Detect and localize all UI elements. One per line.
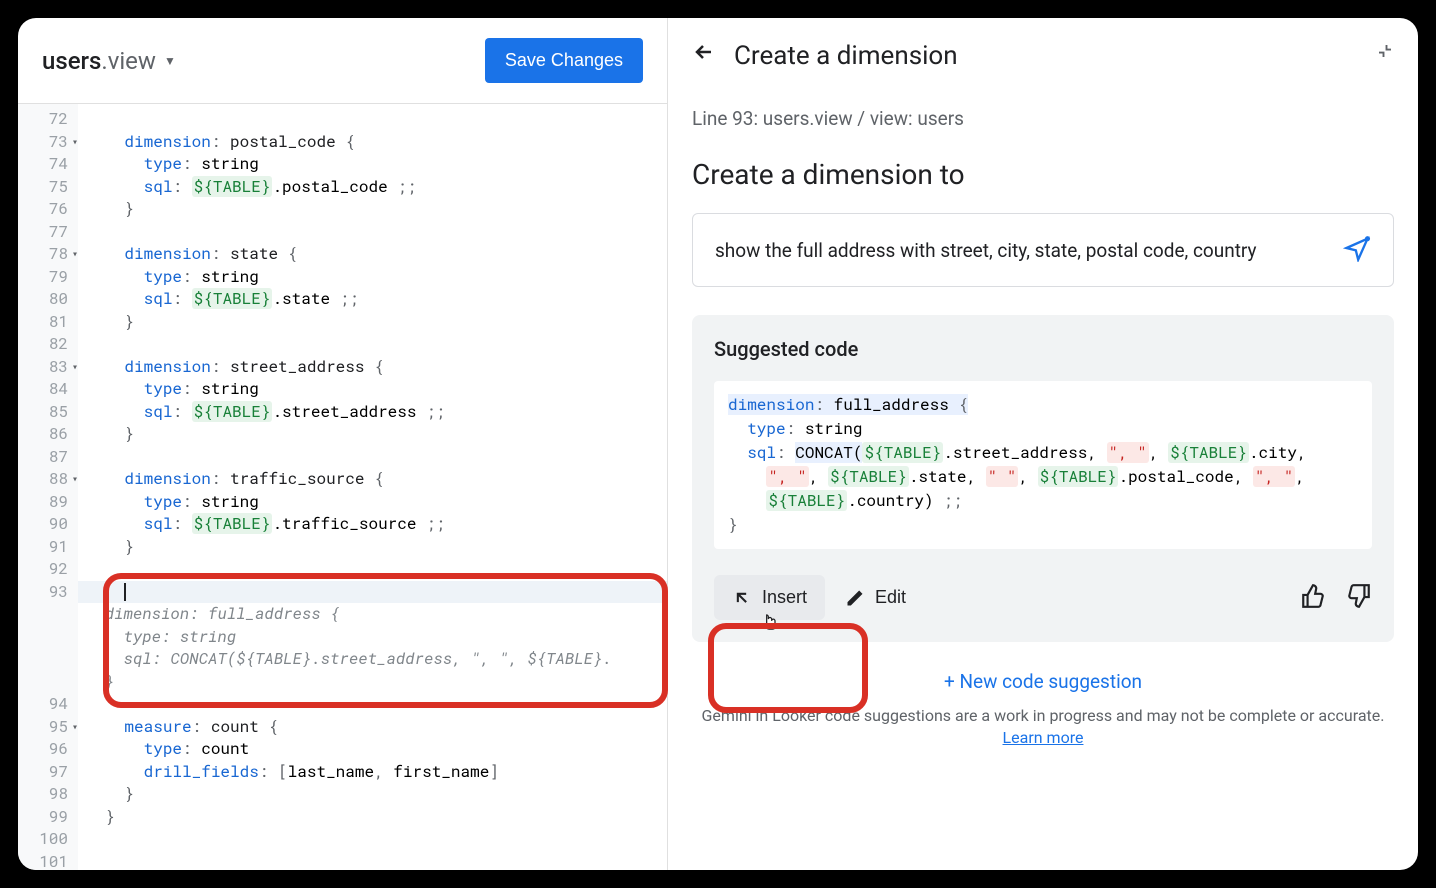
new-suggestion-link[interactable]: + New code suggestion — [692, 670, 1394, 693]
save-changes-button[interactable]: Save Changes — [485, 38, 643, 83]
learn-more-link[interactable]: Learn more — [1003, 728, 1084, 747]
breadcrumb: Line 93: users.view / view: users — [692, 107, 1394, 130]
panel-title: Create a dimension — [734, 41, 958, 71]
thumbs-up-icon[interactable] — [1300, 583, 1326, 613]
edit-label: Edit — [875, 587, 906, 608]
code-editor[interactable]: 7273747576777879808182838485868788899091… — [18, 103, 667, 870]
pencil-icon — [845, 588, 865, 608]
code-area[interactable]: dimension: postal_code { type: string sq… — [78, 104, 667, 870]
feedback-row — [1300, 583, 1372, 613]
prompt-input-box[interactable]: show the full address with street, city,… — [692, 213, 1394, 287]
filename-dropdown[interactable]: users.view ▼ — [42, 47, 176, 75]
edit-button[interactable]: Edit — [845, 587, 906, 608]
line-gutter: 7273747576777879808182838485868788899091… — [18, 104, 78, 870]
thumbs-down-icon[interactable] — [1346, 583, 1372, 613]
prompt-heading: Create a dimension to — [692, 158, 1394, 191]
filename-ext: .view — [101, 47, 156, 75]
insert-button[interactable]: Insert — [714, 575, 825, 620]
cursor-pointer-icon — [760, 613, 780, 642]
action-row: Insert Edit — [714, 575, 1372, 620]
prompt-text[interactable]: show the full address with street, city,… — [715, 239, 1331, 262]
send-icon[interactable] — [1343, 234, 1371, 266]
disclaimer-text: Gemini in Looker code suggestions are a … — [692, 705, 1394, 749]
suggested-code-title: Suggested code — [714, 337, 1372, 361]
panel-header: Create a dimension — [692, 18, 1394, 93]
insert-arrow-icon — [732, 588, 752, 608]
collapse-icon[interactable] — [1376, 42, 1394, 64]
chevron-down-icon: ▼ — [164, 54, 176, 68]
insert-label: Insert — [762, 587, 807, 608]
editor-header: users.view ▼ Save Changes — [18, 18, 667, 103]
app-window: users.view ▼ Save Changes 72737475767778… — [18, 18, 1418, 870]
ai-panel: Create a dimension Line 93: users.view /… — [668, 18, 1418, 870]
back-arrow-icon[interactable] — [692, 40, 716, 71]
suggested-code-block: dimension: full_address { type: string s… — [714, 381, 1372, 549]
suggested-code-panel: Suggested code dimension: full_address {… — [692, 315, 1394, 642]
editor-pane: users.view ▼ Save Changes 72737475767778… — [18, 18, 668, 870]
filename-base: users — [42, 47, 101, 75]
